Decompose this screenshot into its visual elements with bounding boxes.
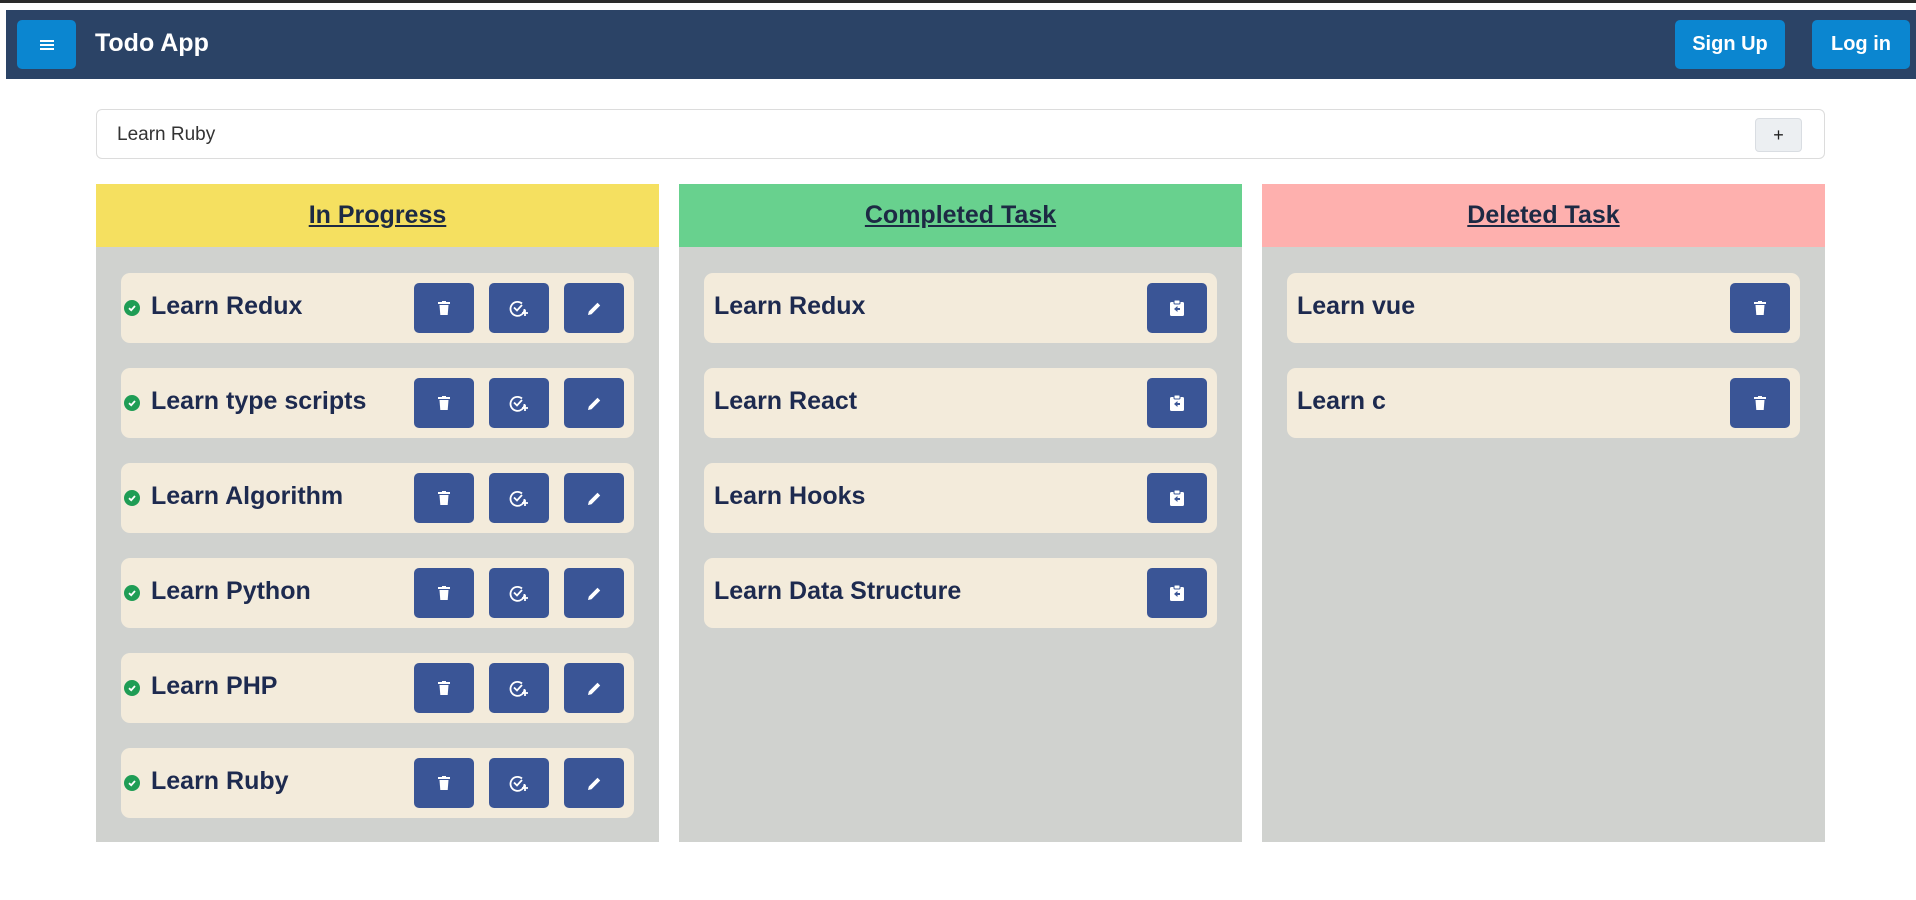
task-label: Learn vue [1297, 292, 1416, 320]
trash-icon [438, 301, 450, 315]
complete-button[interactable] [489, 568, 549, 618]
task-label: Learn React [714, 387, 858, 415]
complete-button[interactable] [489, 758, 549, 808]
menu-toggle-button[interactable] [17, 20, 76, 69]
deleted-column: Deleted Task Learn vue Learn c [1262, 184, 1825, 842]
deleted-header: Deleted Task [1262, 184, 1825, 247]
pencil-icon [587, 586, 602, 601]
delete-button[interactable] [414, 473, 474, 523]
completed-column: Completed Task Learn Redux Learn React Lea… [679, 184, 1242, 842]
hamburger-icon [39, 39, 54, 50]
complete-button[interactable] [489, 473, 549, 523]
check-circle-icon [124, 680, 140, 696]
trash-icon [438, 396, 450, 410]
restore-button[interactable] [1147, 568, 1207, 618]
task-label: Learn Redux [714, 292, 866, 320]
complete-button[interactable] [489, 378, 549, 428]
new-task-form: + [96, 109, 1825, 159]
window-top-border [0, 0, 1916, 3]
check-circle-plus-icon [509, 299, 529, 317]
edit-button[interactable] [564, 663, 624, 713]
clipboard-restore-icon [1170, 300, 1184, 316]
delete-button[interactable] [414, 378, 474, 428]
check-circle-plus-icon [509, 584, 529, 602]
task-card: Learn React [704, 368, 1217, 438]
delete-button[interactable] [414, 568, 474, 618]
complete-button[interactable] [489, 283, 549, 333]
task-label: Learn Algorithm [151, 482, 344, 510]
task-card: Learn Data Structure [704, 558, 1217, 628]
in-progress-header: In Progress [96, 184, 659, 247]
restore-button[interactable] [1147, 473, 1207, 523]
edit-button[interactable] [564, 758, 624, 808]
restore-button[interactable] [1147, 283, 1207, 333]
check-circle-icon [124, 775, 140, 791]
edit-button[interactable] [564, 378, 624, 428]
check-circle-icon [124, 585, 140, 601]
delete-button[interactable] [414, 663, 474, 713]
pencil-icon [587, 681, 602, 696]
clipboard-restore-icon [1170, 395, 1184, 411]
task-card: Learn type scripts [121, 368, 634, 438]
complete-button[interactable] [489, 663, 549, 713]
trash-icon [438, 776, 450, 790]
check-circle-plus-icon [509, 394, 529, 412]
check-circle-icon [124, 395, 140, 411]
pencil-icon [587, 301, 602, 316]
task-card: Learn PHP [121, 653, 634, 723]
task-card: Learn Redux [704, 273, 1217, 343]
trash-icon [438, 681, 450, 695]
check-circle-plus-icon [509, 489, 529, 507]
delete-button[interactable] [1730, 283, 1790, 333]
restore-button[interactable] [1147, 378, 1207, 428]
task-card: Learn Ruby [121, 748, 634, 818]
delete-button[interactable] [414, 758, 474, 808]
task-label: Learn Ruby [151, 767, 289, 795]
in-progress-column: In Progress Learn Redux Learn type script… [96, 184, 659, 842]
trash-icon [438, 586, 450, 600]
add-task-button[interactable]: + [1755, 118, 1802, 152]
task-card: Learn Algorithm [121, 463, 634, 533]
task-card: Learn Hooks [704, 463, 1217, 533]
check-circle-icon [124, 490, 140, 506]
task-label: Learn Hooks [714, 482, 866, 510]
pencil-icon [587, 396, 602, 411]
in-progress-title[interactable]: In Progress [309, 201, 447, 230]
delete-button[interactable] [1730, 378, 1790, 428]
edit-button[interactable] [564, 283, 624, 333]
task-label: Learn type scripts [151, 387, 367, 415]
edit-button[interactable] [564, 473, 624, 523]
clipboard-restore-icon [1170, 585, 1184, 601]
sign-up-button[interactable]: Sign Up [1675, 20, 1785, 69]
task-label: Learn c [1297, 387, 1386, 415]
check-circle-plus-icon [509, 679, 529, 697]
app-title: Todo App [95, 29, 209, 57]
check-circle-icon [124, 300, 140, 316]
completed-title[interactable]: Completed Task [865, 201, 1056, 230]
pencil-icon [587, 491, 602, 506]
clipboard-restore-icon [1170, 490, 1184, 506]
task-card: Learn Redux [121, 273, 634, 343]
delete-button[interactable] [414, 283, 474, 333]
task-label: Learn Data Structure [714, 577, 962, 605]
task-label: Learn Redux [151, 292, 303, 320]
task-label: Learn PHP [151, 672, 278, 700]
task-card: Learn vue [1287, 273, 1800, 343]
task-card: Learn c [1287, 368, 1800, 438]
new-task-input[interactable] [117, 120, 1717, 150]
log-in-button[interactable]: Log in [1812, 20, 1910, 69]
edit-button[interactable] [564, 568, 624, 618]
task-card: Learn Python [121, 558, 634, 628]
check-circle-plus-icon [509, 774, 529, 792]
trash-icon [1754, 301, 1766, 315]
trash-icon [438, 491, 450, 505]
navbar: Todo App Sign Up Log in [6, 10, 1916, 79]
completed-header: Completed Task [679, 184, 1242, 247]
task-label: Learn Python [151, 577, 311, 605]
pencil-icon [587, 776, 602, 791]
deleted-title[interactable]: Deleted Task [1467, 201, 1619, 230]
trash-icon [1754, 396, 1766, 410]
